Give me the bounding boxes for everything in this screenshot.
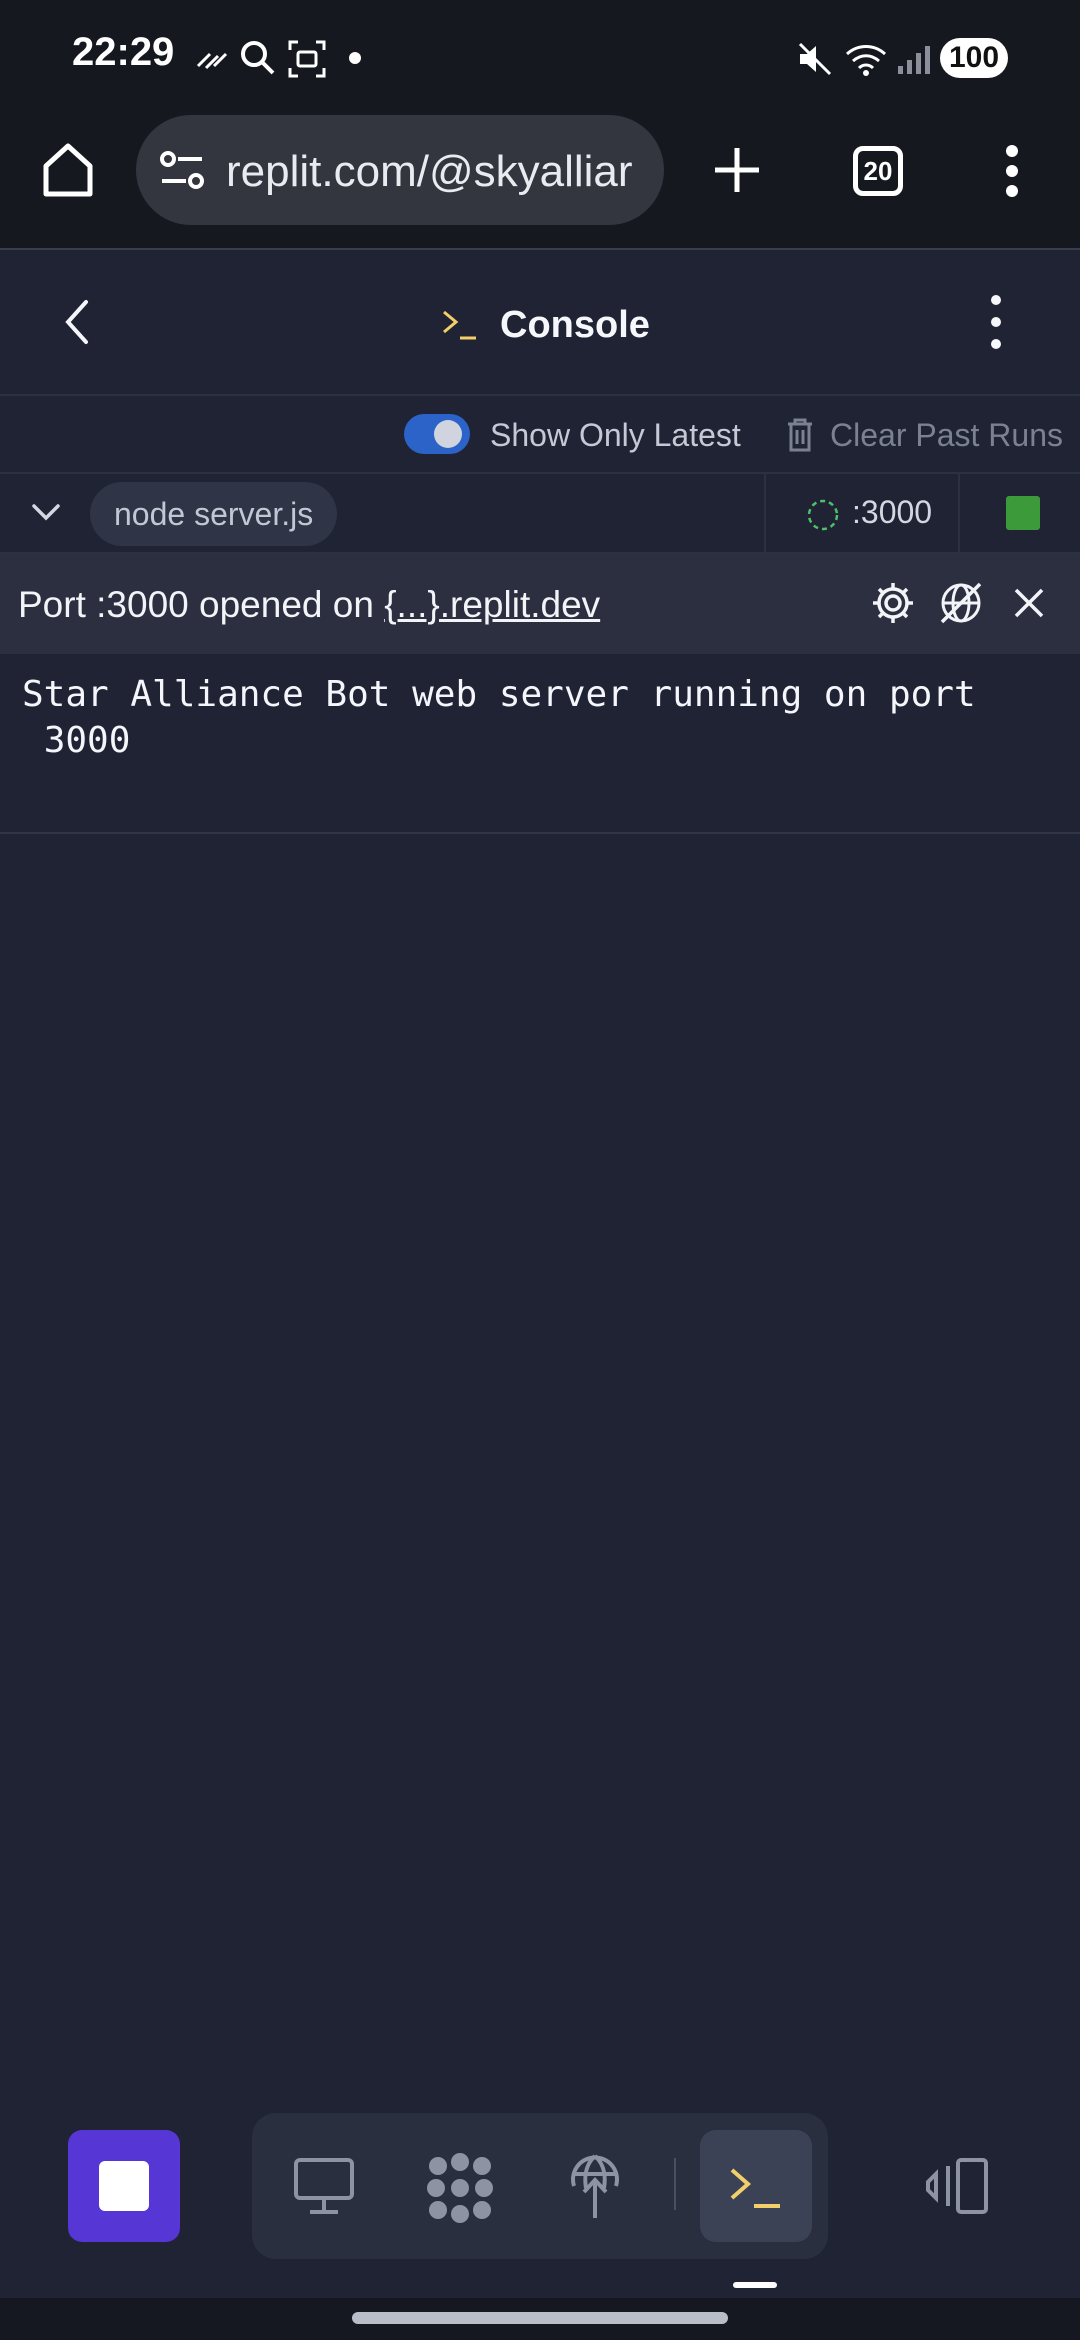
console-title-group: Console — [440, 300, 650, 350]
webview-monitor-icon[interactable] — [292, 2156, 356, 2216]
mute-icon — [796, 40, 834, 78]
output-divider — [0, 832, 1080, 834]
agent-dots-icon[interactable] — [424, 2152, 496, 2224]
running-indicator[interactable] — [1006, 496, 1040, 530]
new-tab-icon[interactable] — [712, 145, 762, 195]
status-time: 22:29 — [72, 30, 175, 74]
url-text[interactable]: replit.com/@skyalliar — [226, 147, 656, 197]
search-icon — [238, 38, 278, 78]
address-bar[interactable]: replit.com/@skyalliar — [136, 115, 664, 225]
active-tab-indicator — [733, 2282, 777, 2288]
battery-badge: 100 — [940, 38, 1008, 78]
stop-run-button[interactable] — [68, 2130, 180, 2242]
process-name[interactable]: node server.js — [90, 482, 338, 546]
console-title: Console — [500, 303, 650, 346]
tabs-icon[interactable]: 20 — [853, 146, 903, 196]
close-icon[interactable] — [1012, 586, 1046, 620]
back-icon[interactable] — [62, 298, 92, 346]
chevron-down-icon[interactable] — [30, 500, 62, 524]
globe-off-icon[interactable] — [938, 580, 984, 626]
port-banner-prefix: Port :3000 opened on — [18, 584, 374, 625]
stop-icon — [99, 2161, 149, 2211]
deploy-globe-icon[interactable] — [566, 2150, 624, 2222]
show-only-latest-toggle[interactable] — [404, 414, 470, 454]
site-settings-icon[interactable] — [158, 149, 208, 193]
port-banner-link[interactable]: {...}.replit.dev — [384, 584, 600, 625]
toggle-knob — [434, 420, 462, 448]
signal-stripes-icon — [196, 42, 230, 72]
console-output: Star Alliance Bot web server running on … — [22, 674, 976, 761]
console-more-icon[interactable] — [986, 294, 1006, 350]
console-tool-button[interactable] — [700, 2130, 812, 2242]
console-prompt-icon — [440, 308, 480, 342]
more-icon[interactable] — [1000, 144, 1024, 198]
port-status-icon — [806, 498, 840, 532]
home-icon[interactable] — [40, 140, 96, 200]
home-gesture-pill[interactable] — [352, 2312, 728, 2324]
dot-icon — [349, 52, 361, 64]
clear-past-runs-button[interactable]: Clear Past Runs — [830, 417, 1063, 454]
panels-switch-icon[interactable] — [922, 2156, 990, 2216]
screenshot-icon — [288, 40, 326, 78]
port-banner-text: Port :3000 opened on {...}.replit.dev — [18, 584, 600, 626]
port-label[interactable]: :3000 — [852, 494, 932, 531]
cell-signal-icon — [896, 44, 932, 76]
trash-icon — [786, 418, 814, 452]
settings-gear-icon[interactable] — [870, 580, 916, 626]
tray-divider — [674, 2158, 676, 2210]
wifi-icon — [844, 40, 890, 78]
show-only-latest-label[interactable]: Show Only Latest — [490, 417, 741, 454]
console-prompt-icon — [728, 2166, 784, 2210]
